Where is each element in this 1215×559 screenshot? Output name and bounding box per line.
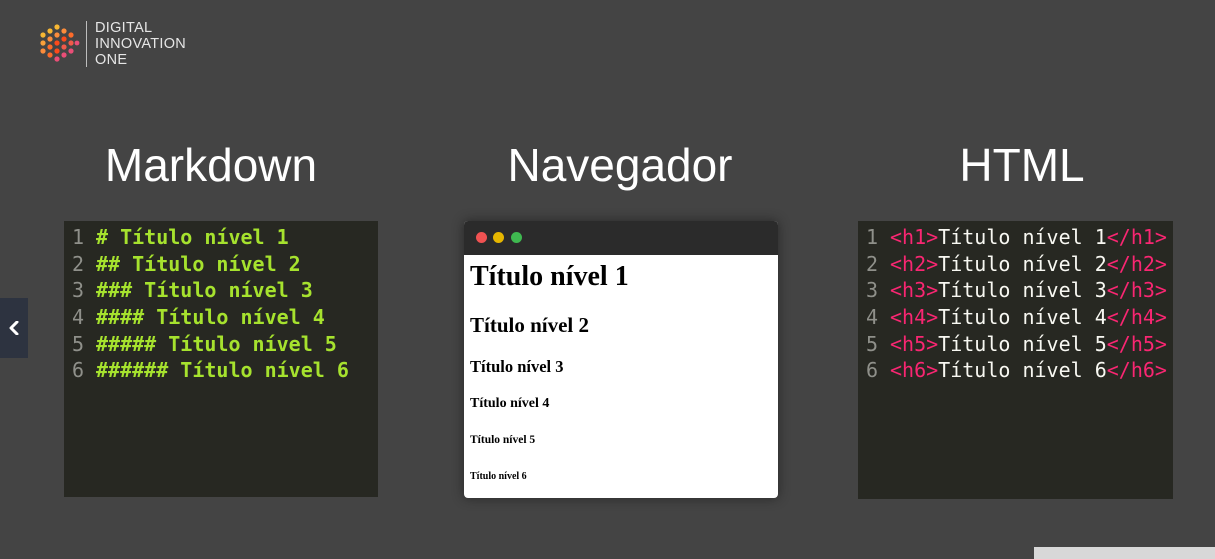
- dio-logo: DIGITAL INNOVATION ONE: [38, 20, 186, 68]
- minimize-dot-icon: [493, 232, 504, 243]
- close-tag: </h2>: [1106, 252, 1167, 276]
- open-tag: <h6>: [890, 358, 939, 382]
- close-tag: </h5>: [1106, 332, 1167, 356]
- line-number: 6: [71, 358, 85, 382]
- markdown-line-text: ###### Título nível 6: [96, 358, 349, 382]
- html-line-text: Título nível 3: [938, 278, 1107, 302]
- html-line: 3 <h3>Título nível 3</h3>: [858, 277, 1167, 303]
- navegador-title: Navegador: [507, 139, 733, 191]
- html-line: 4 <h4>Título nível 4</h4>: [858, 304, 1167, 330]
- line-number: 1: [71, 225, 85, 249]
- chevron-left-icon: [9, 321, 19, 335]
- rendered-h3: Título nível 3: [470, 357, 564, 376]
- close-dot-icon: [476, 232, 487, 243]
- html-code-panel: 1 <h1>Título nível 1</h1> 2 <h2>Título nív…: [858, 221, 1173, 499]
- markdown-line: 2 ## Título nível 2: [64, 251, 301, 277]
- line-number: 5: [865, 332, 879, 356]
- html-line-text: Título nível 4: [938, 305, 1107, 329]
- close-tag: </h4>: [1106, 305, 1167, 329]
- close-tag: </h3>: [1106, 278, 1167, 302]
- line-number: 4: [865, 305, 879, 329]
- dio-hexagon-logo-icon: [40, 24, 80, 62]
- markdown-line-text: #### Título nível 4: [96, 305, 325, 329]
- browser-window: Título nível 1 Título nível 2 Título nív…: [464, 221, 778, 498]
- markdown-line-text: ##### Título nível 5: [96, 332, 337, 356]
- previous-slide-button[interactable]: [0, 298, 28, 358]
- logo-line-2: INNOVATION: [95, 36, 187, 52]
- line-number: 2: [865, 252, 879, 276]
- html-title: HTML: [959, 139, 1085, 191]
- line-number: 2: [71, 252, 85, 276]
- line-number: 3: [71, 278, 85, 302]
- markdown-title: Markdown: [104, 139, 318, 191]
- rendered-h5: Título nível 5: [470, 434, 536, 446]
- html-line-text: Título nível 1: [938, 225, 1107, 249]
- line-number: 6: [865, 358, 879, 382]
- open-tag: <h2>: [890, 252, 939, 276]
- markdown-line-text: ### Título nível 3: [96, 278, 313, 302]
- open-tag: <h1>: [890, 225, 939, 249]
- markdown-line: 4 #### Título nível 4: [64, 304, 325, 330]
- markdown-line-text: ## Título nível 2: [96, 252, 301, 276]
- html-line: 1 <h1>Título nível 1</h1>: [858, 224, 1167, 250]
- html-line: 2 <h2>Título nível 2</h2>: [858, 251, 1167, 277]
- html-line: 5 <h5>Título nível 5</h5>: [858, 331, 1167, 357]
- line-number: 3: [865, 278, 879, 302]
- presenter-video-thumbnail: [1034, 547, 1215, 559]
- html-line-text: Título nível 5: [938, 332, 1107, 356]
- close-tag: </h6>: [1106, 358, 1167, 382]
- line-number: 1: [865, 225, 879, 249]
- markdown-line-text: # Título nível 1: [96, 225, 289, 249]
- browser-title-bar: [464, 221, 778, 255]
- close-tag: </h1>: [1106, 225, 1167, 249]
- markdown-line: 5 ##### Título nível 5: [64, 331, 337, 357]
- logo-divider: [86, 21, 87, 67]
- rendered-h4: Título nível 4: [470, 396, 550, 411]
- html-line-text: Título nível 6: [938, 358, 1107, 382]
- open-tag: <h5>: [890, 332, 939, 356]
- logo-text: DIGITAL INNOVATION ONE: [95, 20, 186, 68]
- logo-line-3: ONE: [95, 52, 128, 68]
- rendered-h1: Título nível 1: [470, 261, 629, 292]
- markdown-line: 6 ###### Título nível 6: [64, 357, 349, 383]
- rendered-h6: Título nível 6: [470, 471, 527, 482]
- browser-content: Título nível 1 Título nível 2 Título nív…: [464, 255, 778, 498]
- markdown-code-panel: 1 # Título nível 1 2 ## Título nível 2 3 ##…: [64, 221, 378, 497]
- html-line: 6 <h6>Título nível 6</h6>: [858, 357, 1167, 383]
- maximize-dot-icon: [511, 232, 522, 243]
- open-tag: <h4>: [890, 305, 939, 329]
- logo-line-1: DIGITAL: [95, 20, 153, 36]
- rendered-h2: Título nível 2: [470, 313, 590, 337]
- line-number: 5: [71, 332, 85, 356]
- html-line-text: Título nível 2: [938, 252, 1107, 276]
- open-tag: <h3>: [890, 278, 939, 302]
- markdown-line: 3 ### Título nível 3: [64, 277, 313, 303]
- markdown-line: 1 # Título nível 1: [64, 224, 289, 250]
- line-number: 4: [71, 305, 85, 329]
